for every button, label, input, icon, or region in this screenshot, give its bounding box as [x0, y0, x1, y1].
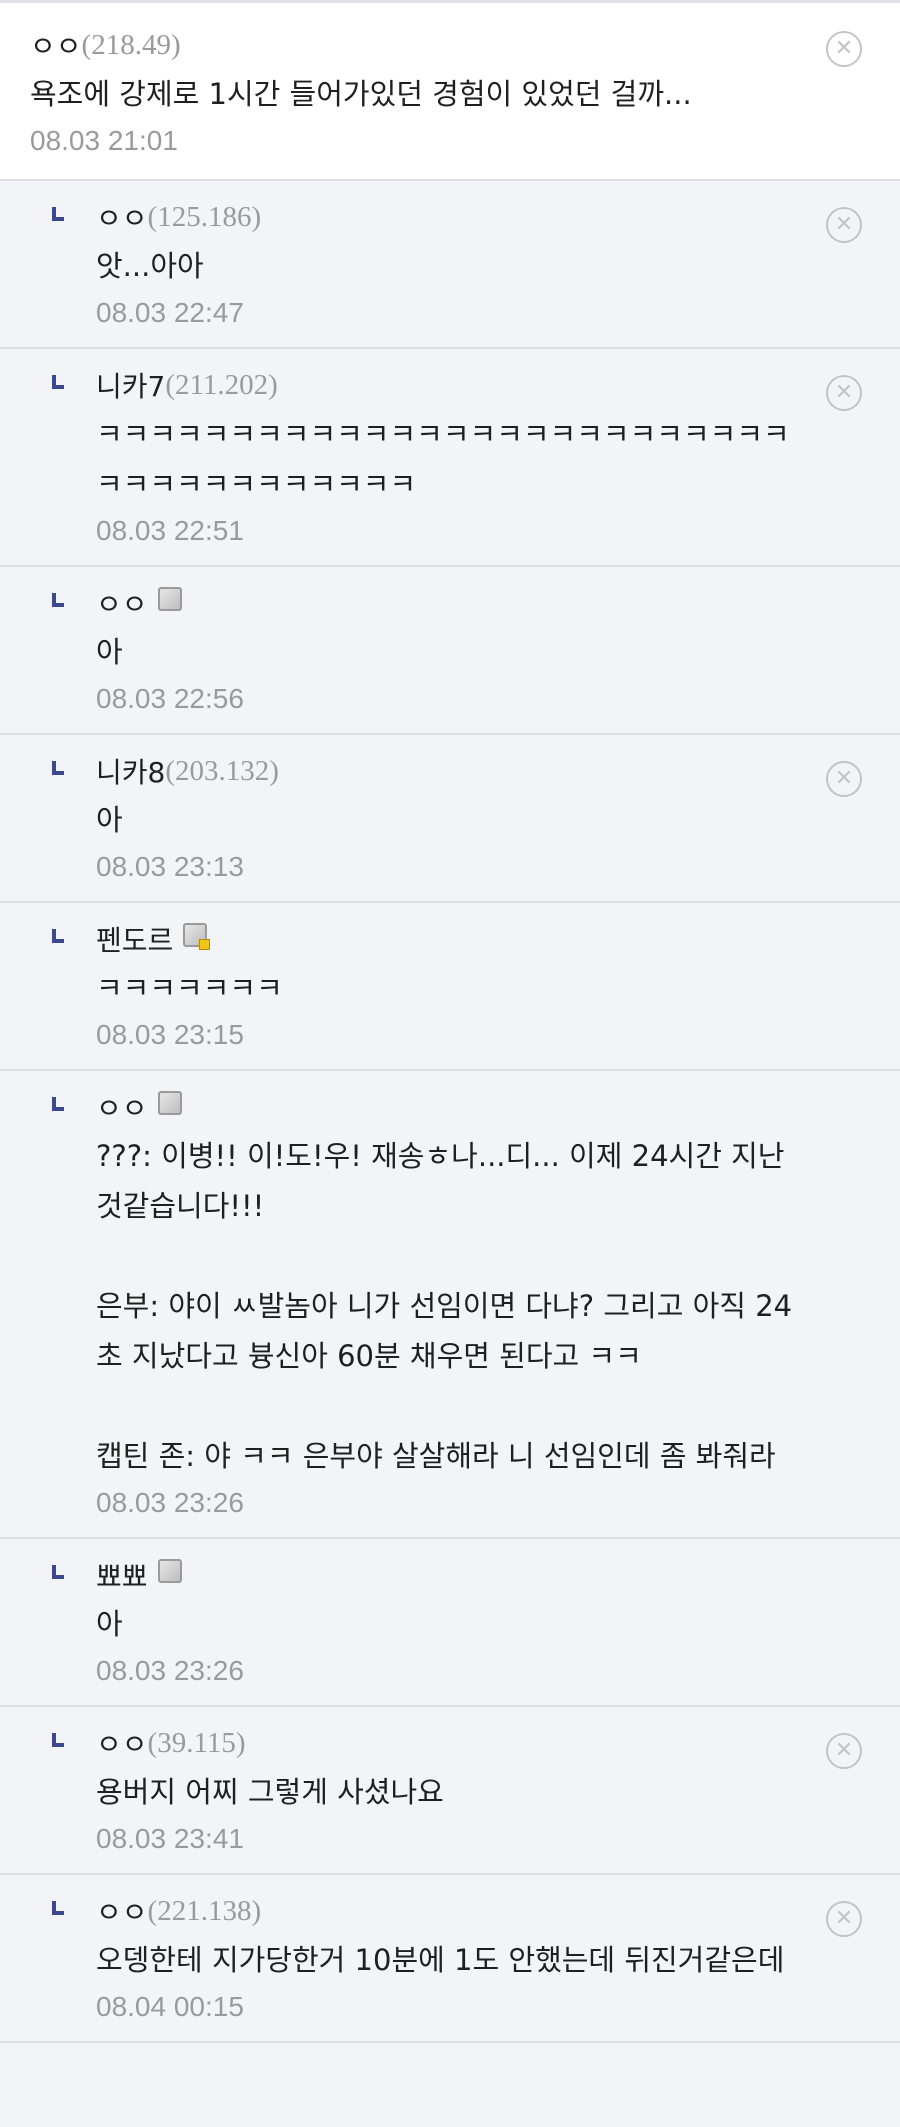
author-nickname[interactable]: 니카7: [96, 365, 165, 405]
author-nickname[interactable]: 펜도르: [96, 919, 173, 959]
reply-arrow-icon: [52, 375, 64, 389]
comment-date: 08.03 22:51: [96, 515, 244, 546]
fixed-nickname-icon: [183, 923, 211, 950]
reply-comment: 펜도르 ㅋㅋㅋㅋㅋㅋㅋ 08.03 23:15: [0, 903, 900, 1071]
reply-comment: ㅇㅇ (125.186) 앗...아아 08.03 22:47 ✕: [0, 181, 900, 349]
comment-date: 08.03 23:26: [96, 1655, 244, 1686]
author-nickname[interactable]: ㅇㅇ: [96, 583, 148, 623]
comment-list: ㅇㅇ (218.49) 욕조에 강제로 1시간 들어가있던 경험이 있었던 걸까..…: [0, 0, 900, 2043]
fixed-nickname-icon: [157, 1091, 182, 1115]
reply-arrow-icon: [52, 593, 64, 607]
reply-arrow-icon: [52, 1097, 64, 1111]
comment-date: 08.03 21:01: [30, 125, 178, 156]
comment-text: 용버지 어찌 그렇게 사셨나요: [96, 1775, 444, 1809]
comment-header: ㅇㅇ (218.49): [30, 25, 800, 65]
reply-arrow-icon: [52, 1565, 64, 1579]
comment-header: ㅇㅇ: [96, 1087, 800, 1127]
comment-date: 08.03 23:41: [96, 1823, 244, 1854]
comment-date: 08.04 00:15: [96, 1991, 244, 2022]
author-nickname[interactable]: ㅇㅇ: [96, 1723, 148, 1763]
comment-date: 08.03 23:15: [96, 1019, 244, 1050]
reply-arrow-icon: [52, 207, 64, 221]
comment-header: ㅇㅇ: [96, 583, 800, 623]
comment-date: 08.03 23:26: [96, 1487, 244, 1518]
reply-arrow-icon: [52, 929, 64, 943]
comment-header: 니카7 (211.202): [96, 365, 800, 405]
comment-text: 아: [96, 1607, 123, 1641]
comment-text: 욕조에 강제로 1시간 들어가있던 경험이 있었던 걸까...: [30, 77, 692, 111]
comment-text: ㅋㅋㅋㅋㅋㅋㅋㅋㅋㅋㅋㅋㅋㅋㅋㅋㅋㅋㅋㅋㅋㅋㅋㅋㅋㅋㅋㅋㅋㅋㅋㅋㅋㅋㅋㅋㅋㅋ: [96, 417, 790, 501]
reply-comment: ㅇㅇ (221.138) 오뎅한테 지가당한거 10분에 1도 안했는데 뒤진거같은…: [0, 1875, 900, 2043]
comment-header: 니카8 (203.132): [96, 751, 800, 791]
author-ip: (211.202): [165, 368, 278, 401]
delete-comment-button[interactable]: ✕: [826, 761, 862, 797]
reply-comment: 뾰뾰아 08.03 23:26: [0, 1539, 900, 1707]
reply-arrow-icon: [52, 1733, 64, 1747]
comment-text: 앗...아아: [96, 249, 204, 283]
author-nickname[interactable]: ㅇㅇ: [30, 25, 82, 65]
reply-comment: ㅇㅇ ???: 이병!! 이!도!우! 재송ㅎ나...디... 이제 24시간 지…: [0, 1071, 900, 1539]
comment-header: ㅇㅇ (125.186): [96, 197, 800, 237]
comment-text: ???: 이병!! 이!도!우! 재송ㅎ나...디... 이제 24시간 지난것…: [96, 1139, 793, 1473]
reply-comment: 니카7 (211.202) ㅋㅋㅋㅋㅋㅋㅋㅋㅋㅋㅋㅋㅋㅋㅋㅋㅋㅋㅋㅋㅋㅋㅋㅋㅋㅋㅋㅋ…: [0, 349, 900, 567]
author-nickname[interactable]: 니카8: [96, 751, 165, 791]
comment-date: 08.03 23:13: [96, 851, 244, 882]
comment-text: ㅋㅋㅋㅋㅋㅋㅋ: [96, 971, 283, 1005]
comment-date: 08.03 22:56: [96, 683, 244, 714]
author-ip: (125.186): [147, 200, 262, 233]
fixed-nickname-icon: [157, 1559, 182, 1583]
comment-date: 08.03 22:47: [96, 297, 244, 328]
reply-comment: ㅇㅇ (39.115) 용버지 어찌 그렇게 사셨나요 08.03 23:41 ✕: [0, 1707, 900, 1875]
author-nickname[interactable]: ㅇㅇ: [96, 197, 148, 237]
fixed-nickname-icon: [157, 587, 182, 611]
comment-text: 오뎅한테 지가당한거 10분에 1도 안했는데 뒤진거같은데: [96, 1943, 785, 1977]
author-ip: (203.132): [165, 754, 279, 787]
reply-arrow-icon: [52, 1901, 64, 1915]
author-nickname[interactable]: ㅇㅇ: [96, 1891, 148, 1931]
comment-text: 아: [96, 635, 123, 669]
comment-header: 뾰뾰: [96, 1555, 800, 1595]
reply-comment: 니카8 (203.132) 아 08.03 23:13 ✕: [0, 735, 900, 903]
comment-header: ㅇㅇ (39.115): [96, 1723, 800, 1763]
author-ip: (39.115): [147, 1726, 246, 1759]
author-nickname[interactable]: ㅇㅇ: [96, 1087, 148, 1127]
reply-comment: ㅇㅇ 아 08.03 22:56: [0, 567, 900, 735]
delete-comment-button[interactable]: ✕: [826, 1901, 862, 1937]
author-ip: (218.49): [81, 28, 181, 61]
comment: ㅇㅇ (218.49) 욕조에 강제로 1시간 들어가있던 경험이 있었던 걸까..…: [0, 3, 900, 181]
delete-comment-button[interactable]: ✕: [826, 1733, 862, 1769]
comment-text: 아: [96, 803, 123, 837]
author-nickname[interactable]: 뾰뾰: [96, 1555, 148, 1595]
reply-arrow-icon: [52, 761, 64, 775]
delete-comment-button[interactable]: ✕: [826, 375, 862, 411]
author-ip: (221.138): [147, 1894, 262, 1927]
delete-comment-button[interactable]: ✕: [826, 31, 862, 67]
delete-comment-button[interactable]: ✕: [826, 207, 862, 243]
comment-header: ㅇㅇ (221.138): [96, 1891, 800, 1931]
comment-header: 펜도르: [96, 919, 800, 959]
